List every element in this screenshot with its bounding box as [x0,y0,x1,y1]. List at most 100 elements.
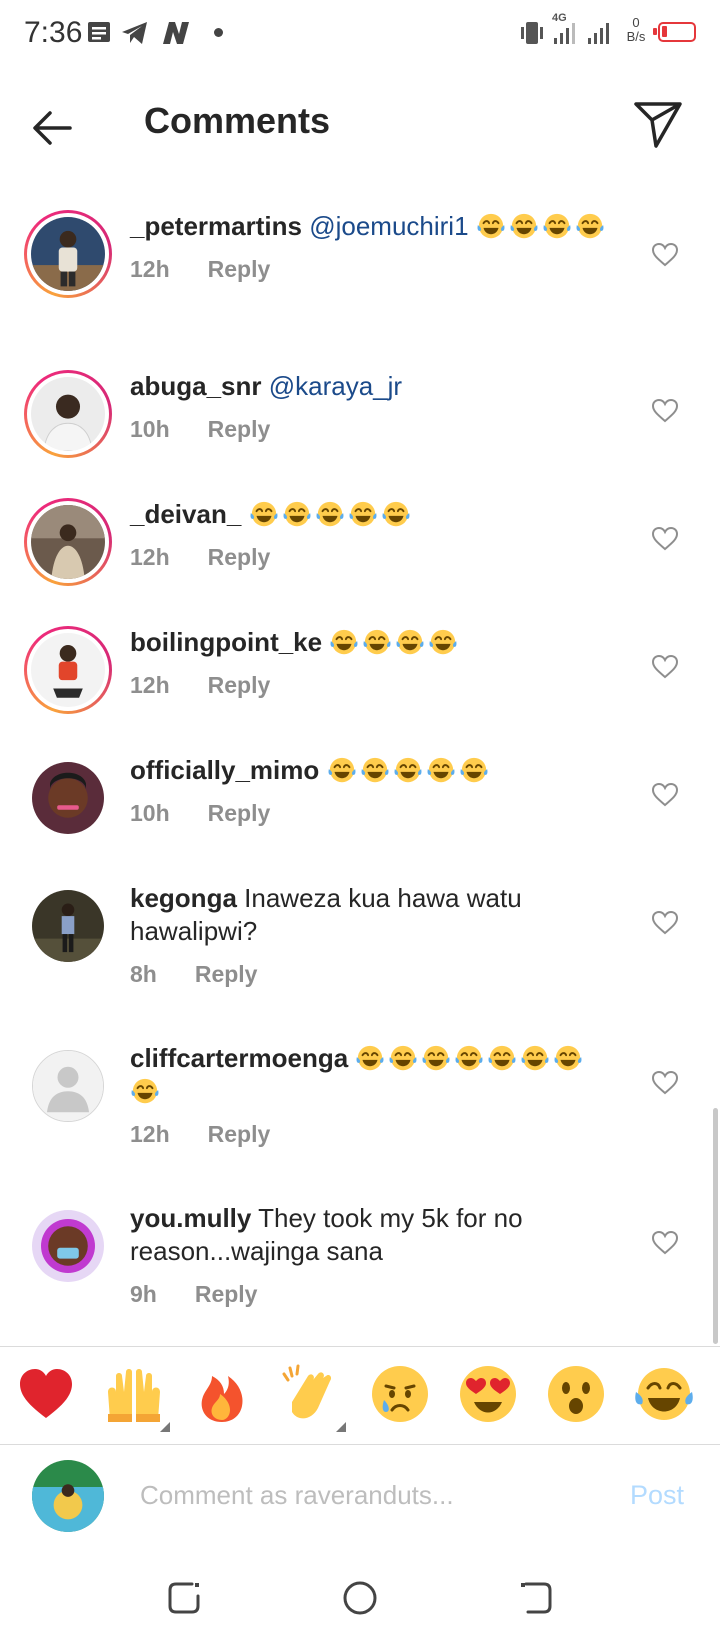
mention-link[interactable]: @karaya_jr [269,371,402,401]
divider [0,1444,720,1445]
reply-button[interactable]: Reply [208,800,271,826]
reply-button[interactable]: Reply [195,961,258,987]
heart-icon[interactable] [650,524,680,554]
heart-icon[interactable] [650,780,680,810]
username[interactable]: abuga_snr [130,371,262,401]
reply-button[interactable]: Reply [208,416,271,442]
emoji-group [249,499,414,529]
system-nav-bar [0,1556,720,1640]
comment-body: officially_mimo 10h Reply [130,754,610,830]
tears-of-joy-icon [393,755,426,785]
tears-of-joy-icon [459,755,492,785]
tears-of-joy-icon [381,499,414,529]
comment-time: 12h [130,672,170,698]
comments-list[interactable]: _petermartins @joemuchiri1 12h Reply abug… [0,190,720,1344]
telegram-icon [122,22,147,44]
status-bar: 7:36 4G 0 B/s [0,0,720,66]
reply-button[interactable]: Reply [195,1281,258,1307]
comment-item: kegonga Inaweza kua hawa watu hawalipwi?… [0,882,720,1022]
signal-4g-icon [554,23,575,44]
heart-icon[interactable] [650,396,680,426]
heart-icon[interactable] [650,1068,680,1098]
n-app-icon [163,22,189,44]
username[interactable]: boilingpoint_ke [130,627,322,657]
message-icon [88,22,110,42]
raising-hands-icon[interactable] [102,1362,166,1426]
vibrate-icon [521,22,543,44]
avatar[interactable] [24,498,112,586]
avatar[interactable] [32,1050,104,1122]
signal-icon [588,23,609,44]
comment-item: cliffcartermoenga 12h Reply [0,1042,720,1182]
tears-of-joy-icon [348,499,381,529]
heart-icon[interactable] [650,652,680,682]
comment-item: abuga_snr @karaya_jr 10h Reply [0,370,720,480]
astonished-face-icon[interactable] [544,1362,608,1426]
avatar[interactable] [32,890,104,962]
tears-of-joy-icon [575,211,608,241]
red-heart-icon[interactable] [14,1362,78,1426]
send-icon[interactable] [628,94,688,154]
recent-apps-icon[interactable] [162,1576,206,1620]
scrollbar[interactable] [713,1108,718,1344]
emoji-variant-indicator [336,1422,346,1432]
fire-icon[interactable] [190,1362,254,1426]
comment-body: kegonga Inaweza kua hawa watu hawalipwi?… [130,882,610,991]
tears-of-joy-icon[interactable] [632,1362,696,1426]
battery-level [662,26,667,37]
emoji-group [476,211,608,241]
tears-of-joy-icon [249,499,282,529]
comment-input[interactable] [140,1472,590,1518]
mention-link[interactable]: @joemuchiri1 [309,211,468,241]
reply-button[interactable]: Reply [208,1121,271,1147]
avatar[interactable] [32,762,104,834]
avatar[interactable] [24,626,112,714]
crying-face-icon[interactable] [368,1362,432,1426]
battery-icon [653,22,696,42]
avatar[interactable] [32,1210,104,1282]
tears-of-joy-icon [388,1043,421,1073]
tears-of-joy-icon [327,755,360,785]
emoji-group [329,627,461,657]
tears-of-joy-icon [428,627,461,657]
comment-time: 12h [130,544,170,570]
comment-item: boilingpoint_ke 12h Reply [0,626,720,736]
username[interactable]: cliffcartermoenga [130,1043,348,1073]
comment-body: _deivan_ 12h Reply [130,498,610,574]
my-avatar[interactable] [32,1460,104,1532]
status-time: 7:36 [24,16,83,49]
username[interactable]: kegonga [130,883,237,913]
emoji-variant-indicator [160,1422,170,1432]
comment-time: 8h [130,961,157,987]
avatar[interactable] [24,210,112,298]
tears-of-joy-icon [520,1043,553,1073]
page-title: Comments [144,100,331,141]
reply-button[interactable]: Reply [208,544,271,570]
net-speed-value: 0 [632,15,640,30]
post-button[interactable]: Post [630,1480,684,1511]
tears-of-joy-icon [476,211,509,241]
home-icon[interactable] [338,1576,382,1620]
reply-button[interactable]: Reply [208,256,271,282]
comment-composer: Post [0,1446,720,1556]
username[interactable]: _petermartins [130,211,302,241]
username[interactable]: _deivan_ [130,499,241,529]
header: Comments [0,66,720,178]
tears-of-joy-icon [542,211,575,241]
heart-icon[interactable] [650,1228,680,1258]
arrow-left-icon[interactable] [26,100,82,156]
heart-icon[interactable] [650,240,680,270]
back-icon[interactable] [514,1576,558,1620]
username[interactable]: officially_mimo [130,755,319,785]
avatar[interactable] [24,370,112,458]
clapping-hands-icon[interactable] [278,1362,342,1426]
comment-item: _deivan_ 12h Reply [0,498,720,608]
heart-eyes-icon[interactable] [456,1362,520,1426]
tears-of-joy-icon [329,627,362,657]
heart-icon[interactable] [650,908,680,938]
username[interactable]: you.mully [130,1203,251,1233]
tears-of-joy-icon [487,1043,520,1073]
net-speed-unit: B/s [626,29,646,44]
reply-button[interactable]: Reply [208,672,271,698]
tears-of-joy-icon [509,211,542,241]
